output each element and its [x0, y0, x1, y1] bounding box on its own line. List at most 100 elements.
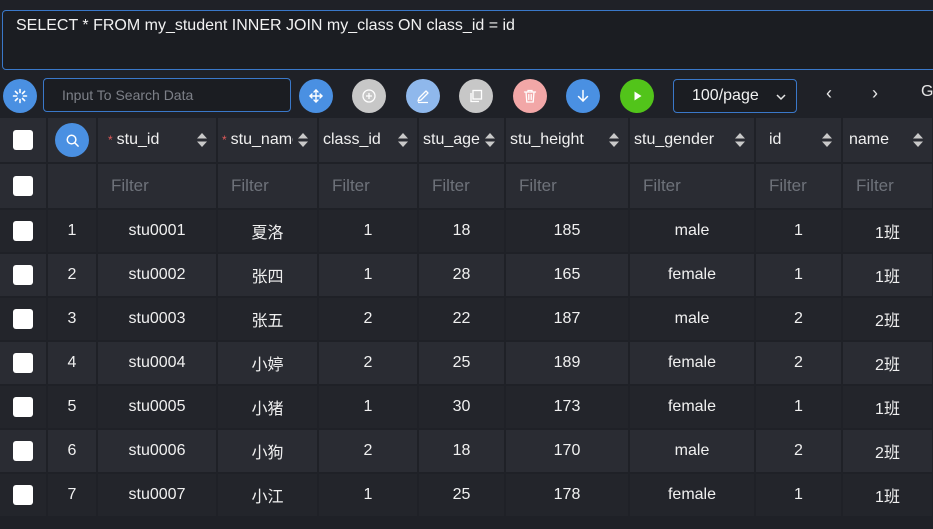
table-row[interactable]: 3 stu0003 张五 2 22 187 male 2 2班	[0, 297, 933, 342]
header-stu-id[interactable]: * stu_id	[97, 118, 218, 164]
cell-stu-name[interactable]: 小狗	[217, 429, 319, 474]
refresh-button[interactable]	[3, 79, 37, 113]
cell-class-id[interactable]: 1	[318, 209, 419, 254]
cell-stu-name[interactable]: 小婷	[217, 341, 319, 386]
cell-id[interactable]: 2	[755, 297, 843, 342]
table-row[interactable]: 7 stu0007 小江 1 25 178 female 1 1班	[0, 473, 933, 518]
filter-stu-name[interactable]: Filter	[217, 163, 319, 210]
cell-name[interactable]: 1班	[842, 385, 933, 430]
cell-stu-height[interactable]: 165	[505, 253, 630, 298]
cell-name[interactable]: 2班	[842, 341, 933, 386]
filter-stu-gender[interactable]: Filter	[629, 163, 756, 210]
filter-name[interactable]: Filter	[842, 163, 933, 210]
sort-icon[interactable]	[608, 131, 620, 149]
table-row[interactable]: 6 stu0006 小狗 2 18 170 male 2 2班	[0, 429, 933, 474]
cell-stu-age[interactable]: 22	[418, 297, 506, 342]
copy-button[interactable]	[459, 79, 493, 113]
cell-stu-name[interactable]: 张五	[217, 297, 319, 342]
sort-icon[interactable]	[196, 131, 208, 149]
cell-stu-gender[interactable]: female	[629, 253, 756, 298]
cell-stu-id[interactable]: stu0007	[97, 473, 218, 518]
cell-stu-height[interactable]: 173	[505, 385, 630, 430]
cell-stu-gender[interactable]: male	[629, 429, 756, 474]
filter-id[interactable]: Filter	[755, 163, 843, 210]
cell-id[interactable]: 1	[755, 473, 843, 518]
header-stu-age[interactable]: stu_age	[418, 118, 506, 164]
cell-id[interactable]: 1	[755, 209, 843, 254]
column-search-button[interactable]	[55, 123, 89, 157]
table-row[interactable]: 4 stu0004 小婷 2 25 189 female 2 2班	[0, 341, 933, 386]
row-checkbox[interactable]	[13, 397, 33, 417]
filter-stu-age[interactable]: Filter	[418, 163, 506, 210]
select-all-checkbox[interactable]	[13, 130, 33, 150]
cell-stu-name[interactable]: 夏洛	[217, 209, 319, 254]
row-checkbox[interactable]	[13, 265, 33, 285]
row-checkbox[interactable]	[13, 441, 33, 461]
cell-stu-name[interactable]: 小猪	[217, 385, 319, 430]
cell-stu-id[interactable]: stu0006	[97, 429, 218, 474]
header-stu-name[interactable]: *stu_name	[217, 118, 319, 164]
filter-stu-height[interactable]: Filter	[505, 163, 630, 210]
cell-stu-gender[interactable]: male	[629, 209, 756, 254]
cell-stu-gender[interactable]: female	[629, 341, 756, 386]
header-name[interactable]: name	[842, 118, 933, 164]
header-class-id[interactable]: class_id	[318, 118, 419, 164]
cell-stu-gender[interactable]: female	[629, 473, 756, 518]
cell-stu-height[interactable]: 185	[505, 209, 630, 254]
next-page-button[interactable]: ›	[872, 83, 878, 104]
sort-icon[interactable]	[734, 131, 746, 149]
edit-button[interactable]	[406, 79, 440, 113]
cell-stu-age[interactable]: 25	[418, 341, 506, 386]
search-input[interactable]: Input To Search Data	[43, 78, 291, 112]
cell-class-id[interactable]: 1	[318, 385, 419, 430]
header-stu-gender[interactable]: stu_gender	[629, 118, 756, 164]
add-row-button[interactable]	[352, 79, 386, 113]
cell-class-id[interactable]: 1	[318, 253, 419, 298]
sql-editor[interactable]: SELECT * FROM my_student INNER JOIN my_c…	[2, 10, 933, 70]
goto-page-label[interactable]: G	[921, 83, 933, 101]
cell-stu-gender[interactable]: female	[629, 385, 756, 430]
move-button[interactable]	[299, 79, 333, 113]
cell-id[interactable]: 1	[755, 253, 843, 298]
header-stu-height[interactable]: stu_height	[505, 118, 630, 164]
sort-icon[interactable]	[821, 131, 833, 149]
sort-icon[interactable]	[297, 131, 309, 149]
cell-stu-height[interactable]: 170	[505, 429, 630, 474]
row-checkbox[interactable]	[13, 309, 33, 329]
cell-stu-id[interactable]: stu0002	[97, 253, 218, 298]
sort-icon[interactable]	[912, 131, 924, 149]
sort-icon[interactable]	[484, 131, 496, 149]
run-button[interactable]	[620, 79, 654, 113]
row-checkbox[interactable]	[13, 221, 33, 241]
prev-page-button[interactable]: ‹	[826, 83, 832, 104]
cell-stu-id[interactable]: stu0004	[97, 341, 218, 386]
cell-class-id[interactable]: 1	[318, 473, 419, 518]
download-button[interactable]	[566, 79, 600, 113]
filter-row-checkbox[interactable]	[13, 176, 33, 197]
header-id[interactable]: id	[755, 118, 843, 164]
filter-stu-id[interactable]: Filter	[97, 163, 218, 210]
cell-class-id[interactable]: 2	[318, 297, 419, 342]
cell-stu-name[interactable]: 张四	[217, 253, 319, 298]
cell-name[interactable]: 1班	[842, 253, 933, 298]
cell-name[interactable]: 2班	[842, 429, 933, 474]
cell-stu-id[interactable]: stu0001	[97, 209, 218, 254]
table-row[interactable]: 2 stu0002 张四 1 28 165 female 1 1班	[0, 253, 933, 298]
table-row[interactable]: 5 stu0005 小猪 1 30 173 female 1 1班	[0, 385, 933, 430]
cell-stu-age[interactable]: 25	[418, 473, 506, 518]
filter-class-id[interactable]: Filter	[318, 163, 419, 210]
cell-name[interactable]: 2班	[842, 297, 933, 342]
cell-class-id[interactable]: 2	[318, 429, 419, 474]
cell-stu-age[interactable]: 18	[418, 429, 506, 474]
cell-name[interactable]: 1班	[842, 209, 933, 254]
cell-stu-age[interactable]: 30	[418, 385, 506, 430]
cell-id[interactable]: 1	[755, 385, 843, 430]
row-checkbox[interactable]	[13, 353, 33, 373]
sort-icon[interactable]	[397, 131, 409, 149]
delete-button[interactable]	[513, 79, 547, 113]
cell-class-id[interactable]: 2	[318, 341, 419, 386]
cell-name[interactable]: 1班	[842, 473, 933, 518]
table-row[interactable]: 1 stu0001 夏洛 1 18 185 male 1 1班	[0, 209, 933, 254]
row-checkbox[interactable]	[13, 485, 33, 505]
cell-stu-height[interactable]: 178	[505, 473, 630, 518]
